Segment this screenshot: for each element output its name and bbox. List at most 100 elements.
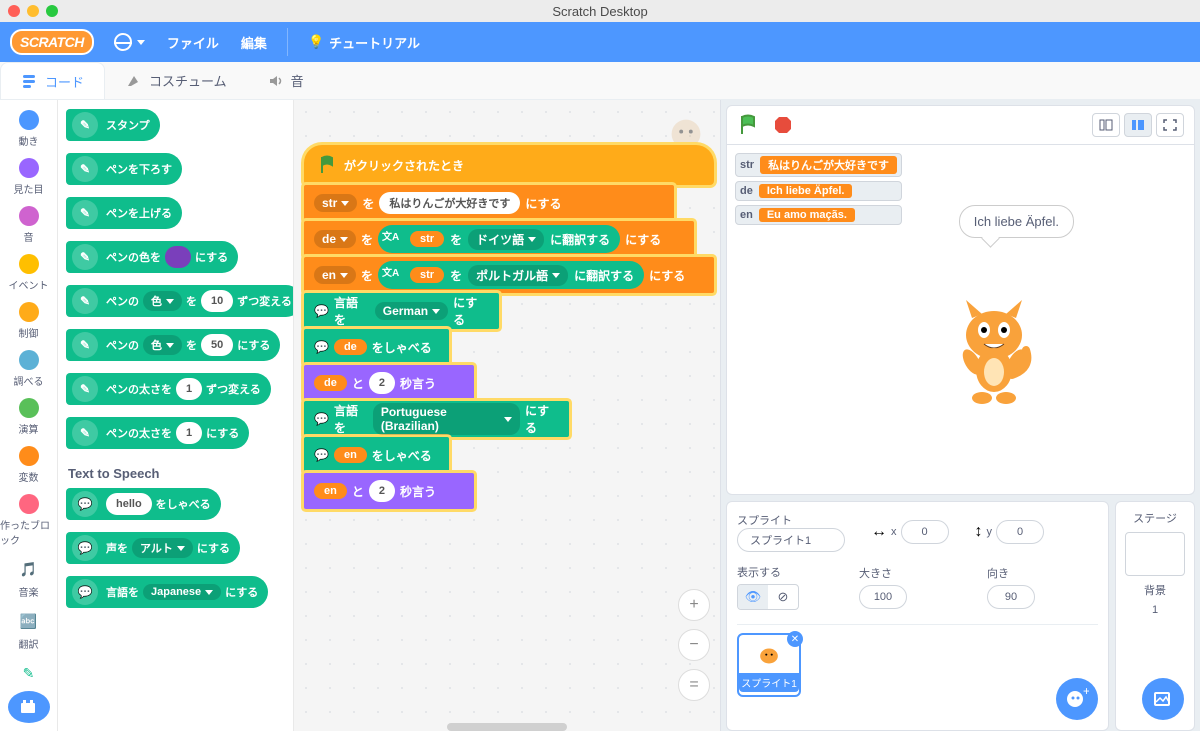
sprite-name-input[interactable] — [737, 528, 845, 552]
pen-icon — [72, 244, 98, 270]
monitor-en[interactable]: enEu amo maçãs. — [735, 205, 902, 225]
xy-arrows-icon: ↔ — [871, 523, 887, 541]
costumes-tab[interactable]: コスチューム — [105, 62, 247, 99]
category-music[interactable]: 🎵音楽 — [0, 553, 57, 603]
globe-icon — [114, 33, 132, 51]
flag-icon — [318, 155, 338, 175]
close-window-button[interactable] — [8, 5, 20, 17]
block-pen-set-attr[interactable]: ペンの色を50にする — [66, 329, 280, 361]
pen-icon — [72, 200, 98, 226]
pen-icon — [72, 332, 98, 358]
window-title: Scratch Desktop — [552, 4, 647, 19]
category-pen[interactable]: ✎ — [0, 657, 57, 689]
cat-plus-icon: + — [1065, 687, 1089, 711]
stage[interactable]: str私はりんごが大好きです deIch liebe Äpfel. enEu a… — [726, 145, 1195, 495]
code-tab[interactable]: コード — [0, 62, 105, 99]
zoom-reset-button[interactable]: = — [678, 669, 710, 701]
language-menu[interactable] — [112, 29, 147, 55]
tts-header: Text to Speech — [66, 460, 285, 487]
costume-icon — [125, 72, 143, 90]
add-backdrop-button[interactable] — [1142, 678, 1184, 720]
block-tts-lang[interactable]: 💬言語をJapaneseにする — [66, 576, 268, 608]
stage-large-button[interactable] — [1124, 113, 1152, 137]
block-pen-set-color[interactable]: ペンの色をにする — [66, 241, 238, 273]
pen-icon — [72, 156, 98, 182]
block-pen-set-size[interactable]: ペンの太さを1にする — [66, 417, 249, 449]
lightbulb-icon: 💡 — [308, 34, 324, 50]
speech-icon: 💬 — [72, 579, 98, 605]
file-menu[interactable]: ファイル — [165, 29, 221, 56]
category-motion[interactable]: 動き — [0, 106, 57, 152]
block-tts-speak[interactable]: 💬helloをしゃべる — [66, 488, 221, 520]
speech-icon: 💬 — [72, 491, 98, 517]
color-swatch[interactable] — [165, 246, 191, 268]
image-plus-icon — [1152, 688, 1174, 710]
category-myblocks[interactable]: 作ったブロック — [0, 490, 57, 551]
zoom-out-button[interactable]: − — [678, 629, 710, 661]
add-sprite-button[interactable]: + — [1056, 678, 1098, 720]
monitor-str[interactable]: str私はりんごが大好きです — [735, 153, 902, 177]
sprite-y-input[interactable] — [996, 520, 1044, 544]
pen-icon — [72, 376, 98, 402]
stage-thumbnail[interactable] — [1125, 532, 1185, 576]
sprite-label: スプライト — [737, 512, 845, 528]
category-variables[interactable]: 変数 — [0, 442, 57, 488]
maximize-window-button[interactable] — [46, 5, 58, 17]
zoom-in-button[interactable]: + — [678, 589, 710, 621]
monitor-de[interactable]: deIch liebe Äpfel. — [735, 181, 902, 201]
scratch-logo[interactable]: SCRATCH — [10, 29, 94, 55]
script-stack[interactable]: がクリックされたとき strを私はりんごが大好きですにする deを文Astrをド… — [304, 145, 714, 509]
hide-sprite-button[interactable]: ⊘ — [768, 585, 798, 609]
sprite-size-input[interactable] — [859, 585, 907, 609]
tutorials-button[interactable]: 💡チュートリアル — [306, 29, 422, 56]
code-icon — [21, 72, 39, 90]
edit-menu[interactable]: 編集 — [239, 29, 269, 56]
speech-bubble: Ich liebe Äpfel. — [959, 205, 1074, 238]
speech-icon: 💬 — [314, 448, 329, 462]
block-palette: スタンプ ペンを下ろす ペンを上げる ペンの色をにする ペンの色を10ずつ変える… — [58, 100, 294, 731]
delete-sprite-button[interactable]: ✕ — [787, 631, 803, 647]
speech-icon: 💬 — [314, 412, 329, 426]
cat-thumbnail-icon — [752, 639, 786, 673]
green-flag-button[interactable] — [737, 113, 761, 137]
caret-down-icon — [137, 40, 145, 45]
stage-small-button[interactable] — [1092, 113, 1120, 137]
stop-button[interactable] — [771, 113, 795, 137]
category-events[interactable]: イベント — [0, 250, 57, 296]
block-pen-stamp[interactable]: スタンプ — [66, 109, 160, 141]
workspace[interactable]: がクリックされたとき strを私はりんごが大好きですにする deを文Astrをド… — [294, 100, 720, 731]
backdrops-label: 背景 — [1144, 582, 1166, 598]
stage-fullscreen-button[interactable] — [1156, 113, 1184, 137]
stage-label: ステージ — [1133, 510, 1177, 526]
block-pen-change-attr[interactable]: ペンの色を10ずつ変える — [66, 285, 294, 317]
category-sensing[interactable]: 調べる — [0, 346, 57, 392]
block-tts-voice[interactable]: 💬声をアルトにする — [66, 532, 240, 564]
extension-icon — [18, 696, 40, 718]
pen-icon — [72, 112, 98, 138]
category-sound[interactable]: 音 — [0, 202, 57, 248]
category-looks[interactable]: 見た目 — [0, 154, 57, 200]
speech-icon: 💬 — [314, 304, 329, 318]
xy-arrows-icon: ↕ — [975, 523, 983, 541]
category-translate[interactable]: 🔤翻訳 — [0, 605, 57, 655]
block-pen-up[interactable]: ペンを上げる — [66, 197, 182, 229]
workspace-scrollbar[interactable] — [447, 723, 567, 731]
sprite-x-input[interactable] — [901, 520, 949, 544]
category-operators[interactable]: 演算 — [0, 394, 57, 440]
pen-icon — [72, 420, 98, 446]
add-extension-button[interactable] — [8, 691, 50, 723]
sprite-direction-input[interactable] — [987, 585, 1035, 609]
show-sprite-button[interactable]: 👁 — [738, 585, 768, 609]
category-control[interactable]: 制御 — [0, 298, 57, 344]
backdrops-count: 1 — [1152, 604, 1158, 616]
sound-icon — [267, 72, 285, 90]
sprite-on-stage[interactable] — [944, 290, 1044, 410]
block-pen-change-size[interactable]: ペンの太さを1ずつ変える — [66, 373, 271, 405]
speech-icon: 💬 — [314, 340, 329, 354]
sounds-tab[interactable]: 音 — [247, 62, 324, 99]
block-pen-down[interactable]: ペンを下ろす — [66, 153, 182, 185]
speech-icon: 💬 — [72, 535, 98, 561]
minimize-window-button[interactable] — [27, 5, 39, 17]
sprite-thumbnail[interactable]: ✕ スプライト1 — [737, 633, 801, 697]
svg-text:+: + — [1083, 687, 1089, 698]
